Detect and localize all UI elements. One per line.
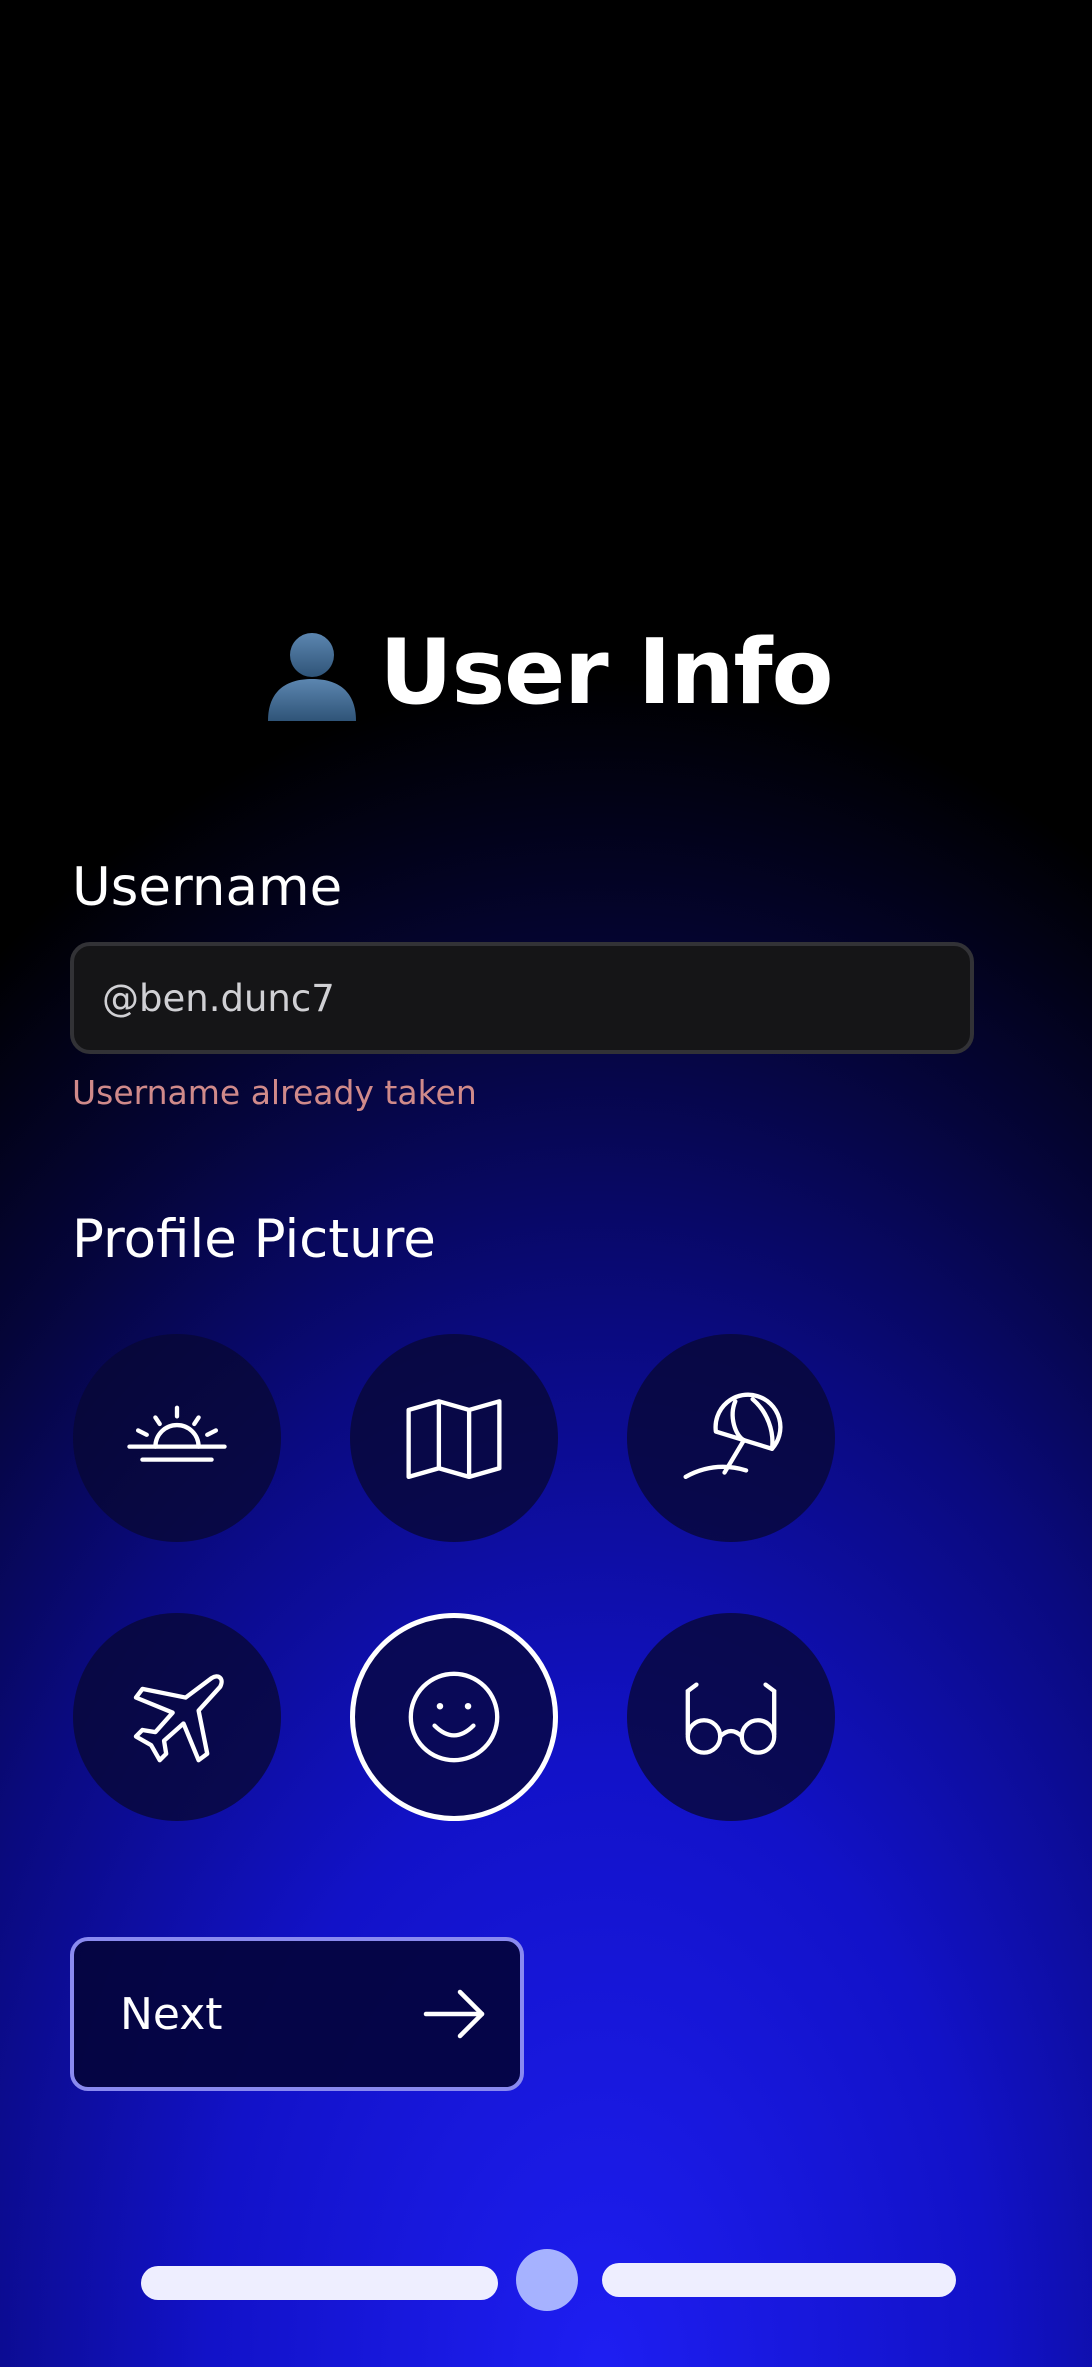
page-title-text: User Info <box>379 620 834 725</box>
progress-step-1 <box>141 2266 498 2300</box>
avatar-option-airplane[interactable] <box>73 1613 281 1821</box>
smiley-face-icon <box>408 1671 500 1763</box>
next-button[interactable]: Next <box>70 1937 524 2091</box>
avatar-option-smiley[interactable] <box>350 1613 558 1821</box>
avatar-option-glasses[interactable] <box>627 1613 835 1821</box>
beach-umbrella-icon <box>683 1392 783 1480</box>
progress-step-2-current <box>516 2249 578 2311</box>
username-input[interactable] <box>102 976 970 1020</box>
avatar-option-map[interactable] <box>350 1334 558 1542</box>
username-label: Username <box>72 857 343 918</box>
next-button-label: Next <box>120 1988 223 2040</box>
avatar-option-sunrise[interactable] <box>73 1334 281 1542</box>
username-field[interactable] <box>70 942 974 1054</box>
avatar-option-beach-umbrella[interactable] <box>627 1334 835 1542</box>
bust-in-silhouette-icon <box>267 633 356 721</box>
username-error-message: Username already taken <box>72 1073 477 1112</box>
map-icon <box>406 1399 502 1480</box>
progress-step-3 <box>602 2263 956 2297</box>
sunrise-icon <box>127 1405 227 1462</box>
glasses-icon <box>685 1682 777 1755</box>
arrow-right-icon <box>423 1989 485 2039</box>
profile-picture-label: Profile Picture <box>72 1209 436 1270</box>
page-title: User Info <box>0 618 1092 728</box>
airplane-icon <box>133 1674 224 1763</box>
